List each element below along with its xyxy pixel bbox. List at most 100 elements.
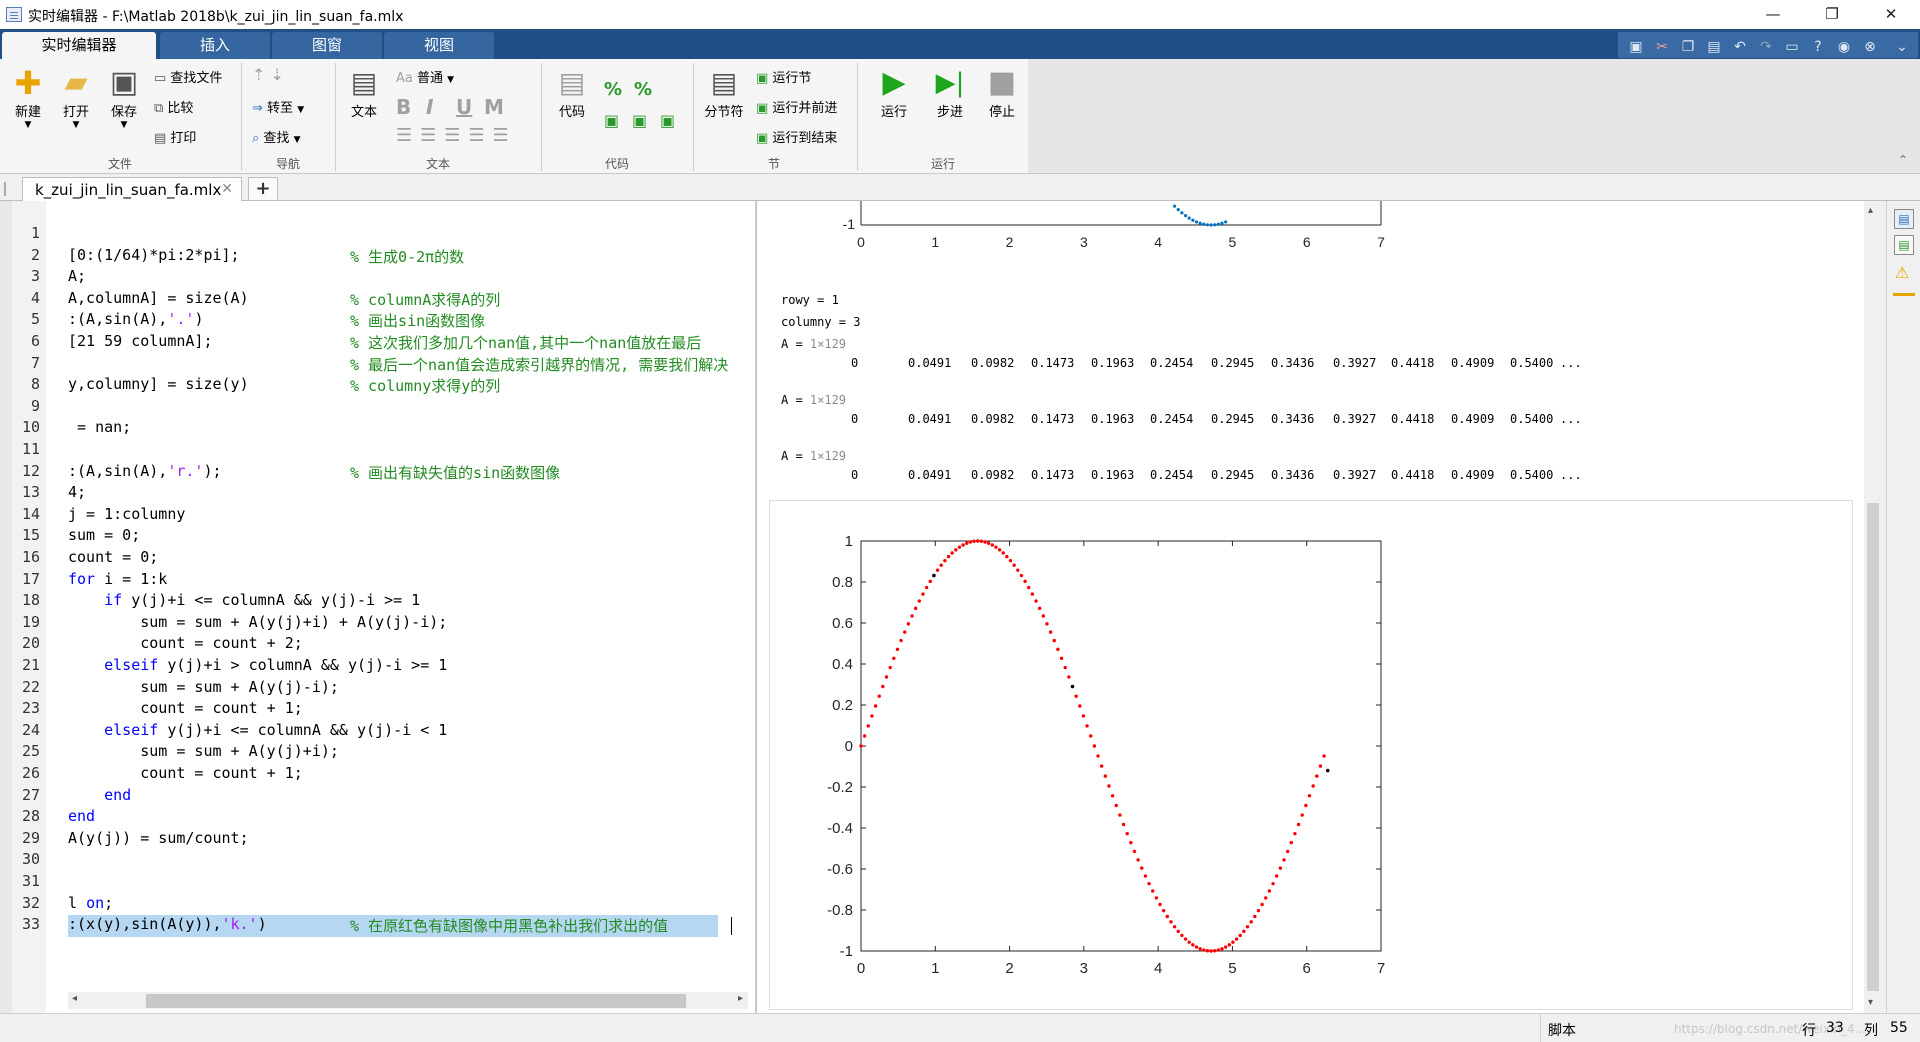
output-inline-icon[interactable]: ▤ (1894, 209, 1914, 229)
editor-horizontal-scrollbar[interactable]: ◂ ▸ (68, 992, 748, 1009)
insert-text-button[interactable]: ▤ 文本 (344, 65, 384, 120)
red-data-point (1194, 945, 1199, 949)
switch-windows-icon[interactable]: ▭ (1782, 37, 1802, 57)
top-plot-xtick-label: 6 (1303, 234, 1311, 250)
code-line[interactable]: sum = 0; (68, 526, 140, 548)
uncomment-icon[interactable]: % (634, 79, 652, 100)
code-line[interactable]: j = 1:columny (68, 505, 185, 527)
italic-button[interactable]: I (426, 95, 433, 119)
new-button[interactable]: ✚ 新建 ▼ (8, 65, 48, 130)
bold-button[interactable]: B (396, 95, 411, 119)
run-and-advance-button[interactable]: ▣ 运行并前进 (756, 97, 837, 116)
save-icon[interactable]: ▣ (1626, 37, 1646, 57)
cut-icon[interactable]: ✂ (1652, 37, 1672, 57)
line-number: 9 (30, 396, 40, 415)
find-files-button[interactable]: ▭ 查找文件 (154, 67, 222, 86)
expand-icon[interactable]: ⌄ (1892, 37, 1912, 57)
compare-button[interactable]: ⧉ 比较 (154, 97, 193, 116)
code-line[interactable]: count = count + 1; (68, 699, 303, 721)
scroll-down-icon[interactable]: ▾ (1868, 997, 1873, 1008)
tab-insert[interactable]: 插入 (160, 32, 270, 59)
code-line[interactable]: :(A,sin(A),'.')% 画出sin函数图像 (68, 310, 485, 332)
scroll-up-icon[interactable]: ▴ (1868, 205, 1873, 216)
xtick-label: 3 (1080, 960, 1088, 977)
section-break-button[interactable]: ▤ 分节符 (702, 65, 746, 120)
code-line[interactable]: end (68, 786, 131, 808)
document-tab[interactable]: k_zui_jin_lin_suan_fa.mlx ✕ (22, 177, 242, 201)
copy-icon[interactable]: ❐ (1678, 37, 1698, 57)
restore-button[interactable]: ❐ (1803, 0, 1861, 29)
code-line[interactable]: sum = sum + A(y(j)+i); (68, 742, 339, 764)
code-line[interactable]: for i = 1:k (68, 570, 167, 592)
tab-figure[interactable]: 图窗 (272, 32, 382, 59)
code-line[interactable]: count = 0; (68, 548, 158, 570)
insert-code-button[interactable]: ▤ 代码 (552, 65, 592, 120)
code-line[interactable]: if y(j)+i <= columnA && y(j)-i >= 1 (68, 591, 420, 613)
run-button[interactable]: ▶ 运行 (874, 65, 914, 120)
code-line[interactable]: :(x(y),sin(A(y)),'k.')% 在原红色有缺图像中用黑色补出我们… (68, 915, 718, 937)
text-style-dropdown[interactable]: Aa 普通 ▼ (396, 67, 454, 86)
code-line[interactable]: = nan; (68, 418, 131, 440)
plot-axes-box (860, 540, 1382, 952)
add-tab-button[interactable]: + (248, 177, 278, 201)
code-line[interactable]: count = count + 1; (68, 764, 303, 786)
code-line[interactable]: sum = sum + A(y(j)-i); (68, 678, 339, 700)
code-line[interactable]: elseif y(j)+i > columnA && y(j)-i >= 1 (68, 656, 447, 678)
document-tab-name: k_zui_jin_lin_suan_fa.mlx (35, 181, 222, 199)
code-line[interactable]: A(y(j)) = sum/count; (68, 829, 249, 851)
close-tab-icon[interactable]: ✕ (221, 181, 233, 197)
code-line[interactable]: l on; (68, 894, 113, 916)
scroll-left-icon[interactable]: ◂ (72, 993, 77, 1004)
code-line[interactable]: count = count + 2; (68, 634, 303, 656)
help-icon[interactable]: ? (1808, 37, 1828, 57)
run-to-end-button[interactable]: ▣ 运行到结束 (756, 127, 837, 146)
line-number: 33 (21, 915, 40, 934)
indent-icon[interactable]: ▣ (632, 111, 647, 130)
find-button[interactable]: ⌕ 查找 ▼ (252, 127, 301, 146)
scrollbar-thumb[interactable] (146, 994, 686, 1008)
red-data-point (1285, 849, 1290, 854)
step-button[interactable]: ▶| 步进 (930, 65, 970, 120)
request-support-icon[interactable]: ⊗ (1860, 37, 1880, 57)
code-line[interactable]: A; (68, 267, 86, 289)
output-vertical-scrollbar[interactable]: ▴ ▾ (1864, 201, 1882, 1013)
save-button[interactable]: ▣ 保存 ▼ (104, 65, 144, 130)
undo-icon[interactable]: ↶ (1730, 37, 1750, 57)
output-right-icon[interactable]: ▤ (1894, 235, 1914, 255)
warning-icon[interactable]: ⚠ (1895, 263, 1909, 282)
underline-button[interactable]: U (456, 95, 472, 119)
code-line[interactable]: elseif y(j)+i <= columnA && y(j)-i < 1 (68, 721, 447, 743)
community-icon[interactable]: ◉ (1834, 37, 1854, 57)
scrollbar-thumb[interactable] (1867, 503, 1879, 991)
code-editor[interactable]: [0:(1/64)*pi:2*pi];% 生成0-2π的数 A; A,columnA… (46, 201, 756, 1013)
run-section-button[interactable]: ▣ 运行节 (756, 67, 811, 86)
minimize-button[interactable]: — (1744, 0, 1802, 29)
code-line[interactable]: [21 59 columnA];% 这次我们多加几个nan值,其中一个nan值放… (68, 332, 701, 354)
monospace-button[interactable]: M (484, 95, 504, 119)
tab-view[interactable]: 视图 (384, 32, 494, 59)
redo-icon[interactable]: ↷ (1756, 37, 1776, 57)
code-line[interactable]: end (68, 807, 95, 829)
code-line[interactable]: y,columny] = size(y)% columny求得y的列 (68, 375, 500, 397)
ytick-label: 0.8 (832, 574, 853, 591)
outdent-icon[interactable]: ▣ (660, 111, 675, 130)
code-line[interactable]: :(A,sin(A),'r.');% 画出有缺失值的sin函数图像 (68, 462, 560, 484)
open-button[interactable]: ▰ 打开 ▼ (56, 65, 96, 130)
paste-icon[interactable]: ▤ (1704, 37, 1724, 57)
code-line[interactable]: sum = sum + A(y(j)+i) + A(y(j)-i); (68, 613, 447, 635)
goto-button[interactable]: ⇒ 转至 ▼ (252, 97, 304, 116)
wrap-icon[interactable]: ▣ (604, 111, 619, 130)
red-data-point (1205, 949, 1210, 953)
collapse-ribbon-icon[interactable]: ⌃ (1898, 153, 1908, 167)
printer-icon: ▤ (154, 131, 171, 146)
code-line[interactable]: [0:(1/64)*pi:2*pi];% 生成0-2π的数 (68, 246, 464, 268)
tab-live-editor[interactable]: 实时编辑器 (2, 32, 156, 59)
close-button[interactable]: ✕ (1862, 0, 1920, 29)
stop-button[interactable]: ■ 停止 (982, 65, 1022, 120)
comment-percent-icon[interactable]: % (604, 79, 622, 100)
red-data-point (979, 539, 984, 543)
scroll-right-icon[interactable]: ▸ (738, 993, 743, 1004)
code-line[interactable]: A,columnA] = size(A)% columnA求得A的列 (68, 289, 500, 311)
print-button[interactable]: ▤ 打印 (154, 127, 196, 146)
code-line[interactable]: 4; (68, 483, 86, 505)
